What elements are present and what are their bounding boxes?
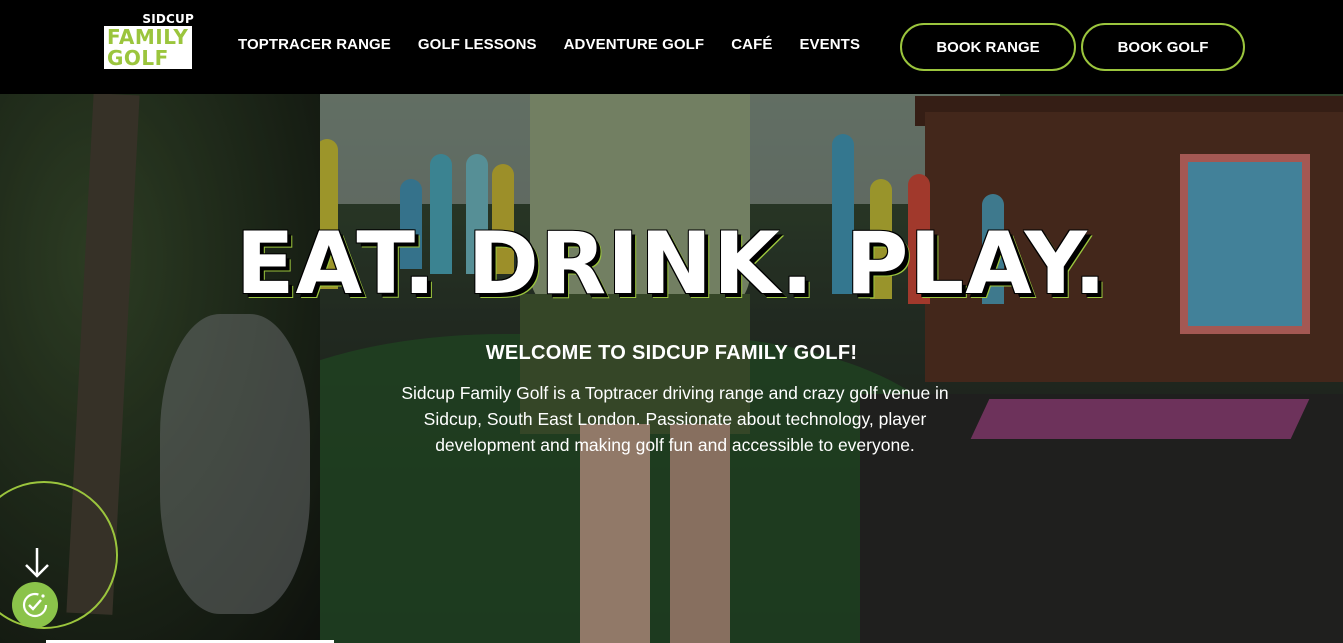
book-range-button[interactable]: BOOK RANGE bbox=[900, 23, 1076, 71]
logo-sidcup-text: SIDCUP bbox=[142, 12, 194, 26]
hero-description: Sidcup Family Golf is a Toptracer drivin… bbox=[350, 380, 1000, 458]
logo-block: FAMILY GOLF bbox=[104, 25, 193, 70]
nav-adventure-golf[interactable]: ADVENTURE GOLF bbox=[564, 36, 705, 53]
hero-description-line: Sidcup Family Golf is a Toptracer drivin… bbox=[401, 383, 949, 403]
hero-description-line: development and making golf fun and acce… bbox=[435, 435, 915, 455]
logo-golf-text: GOLF bbox=[107, 46, 169, 70]
nav-toptracer-range[interactable]: TOPTRACER RANGE bbox=[238, 36, 391, 53]
logo-family-text: FAMILY bbox=[107, 25, 189, 49]
main-nav: TOPTRACER RANGE GOLF LESSONS ADVENTURE G… bbox=[238, 36, 887, 53]
hero-headline: EAT. DRINK. PLAY. bbox=[235, 214, 1108, 314]
hero-description-line: Sidcup, South East London. Passionate ab… bbox=[423, 409, 927, 429]
hero-subheading: WELCOME TO SIDCUP FAMILY GOLF! bbox=[485, 342, 858, 364]
arrow-down-icon[interactable] bbox=[22, 546, 52, 580]
nav-cafe[interactable]: CAFÉ bbox=[731, 36, 772, 53]
book-golf-button[interactable]: BOOK GOLF bbox=[1081, 23, 1245, 71]
hero-dark-overlay bbox=[0, 94, 1343, 643]
site-header: SIDCUP FAMILY GOLF TOPTRACER RANGE GOLF … bbox=[0, 0, 1343, 94]
hero-background-photo bbox=[0, 94, 1343, 643]
cookie-consent-icon bbox=[22, 592, 48, 618]
nav-golf-lessons[interactable]: GOLF LESSONS bbox=[418, 36, 537, 53]
nav-events[interactable]: EVENTS bbox=[799, 36, 860, 53]
logo[interactable]: SIDCUP FAMILY GOLF bbox=[104, 12, 196, 82]
cookie-consent-button[interactable] bbox=[12, 582, 58, 628]
hero-section: EAT. DRINK. PLAY. WELCOME TO SIDCUP FAMI… bbox=[0, 94, 1343, 643]
